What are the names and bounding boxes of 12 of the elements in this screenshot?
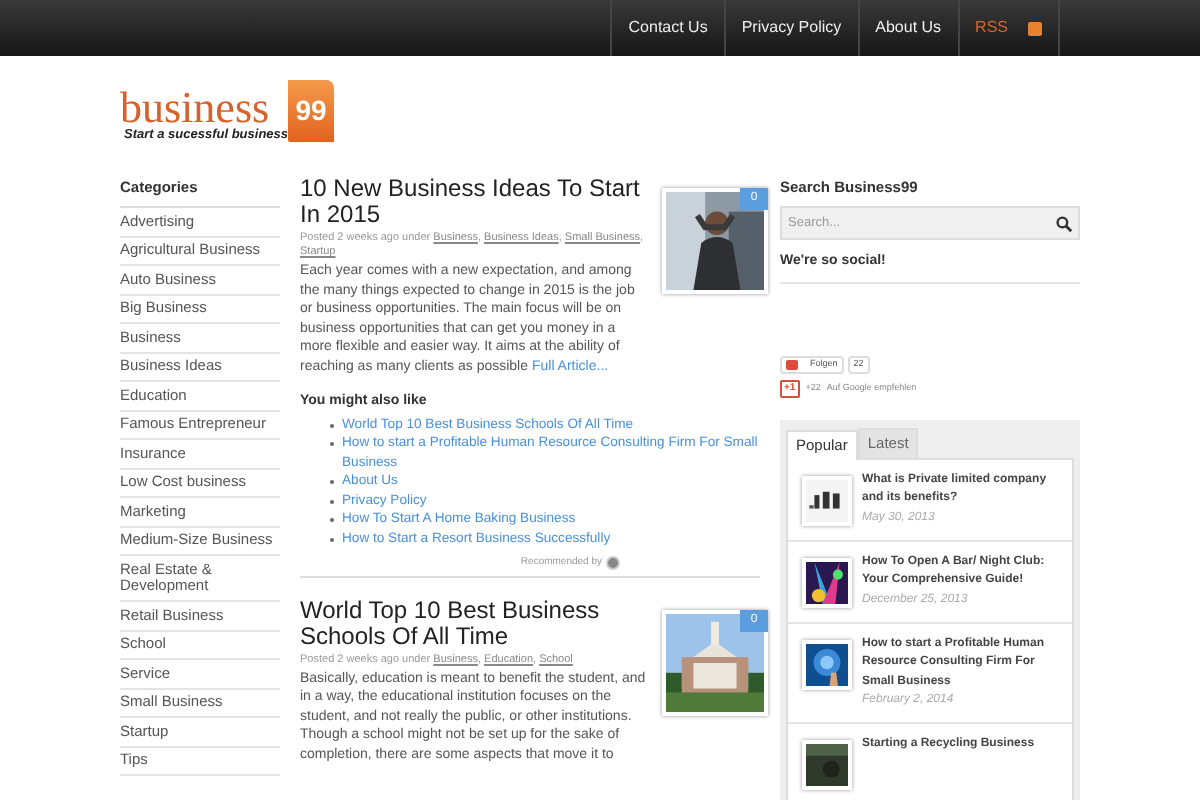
nav-link[interactable]: Contact Us xyxy=(610,0,724,56)
rss-icon xyxy=(1028,21,1042,35)
rss-link[interactable]: RSS xyxy=(957,0,1060,56)
search-icon[interactable] xyxy=(1056,215,1072,232)
logo-wordmark: business xyxy=(120,88,270,128)
recommender-icon xyxy=(606,556,620,571)
nav-link[interactable]: Privacy Policy xyxy=(723,0,858,56)
logo-badge: 99 xyxy=(288,80,335,142)
post-title[interactable]: 10 New Business Ideas To Start In 2015 xyxy=(300,176,650,228)
google-plus-icon xyxy=(786,359,798,370)
post-title[interactable]: World Top 10 Best Business Schools Of All Time xyxy=(300,597,650,649)
nav-link[interactable]: About Us xyxy=(857,0,958,56)
